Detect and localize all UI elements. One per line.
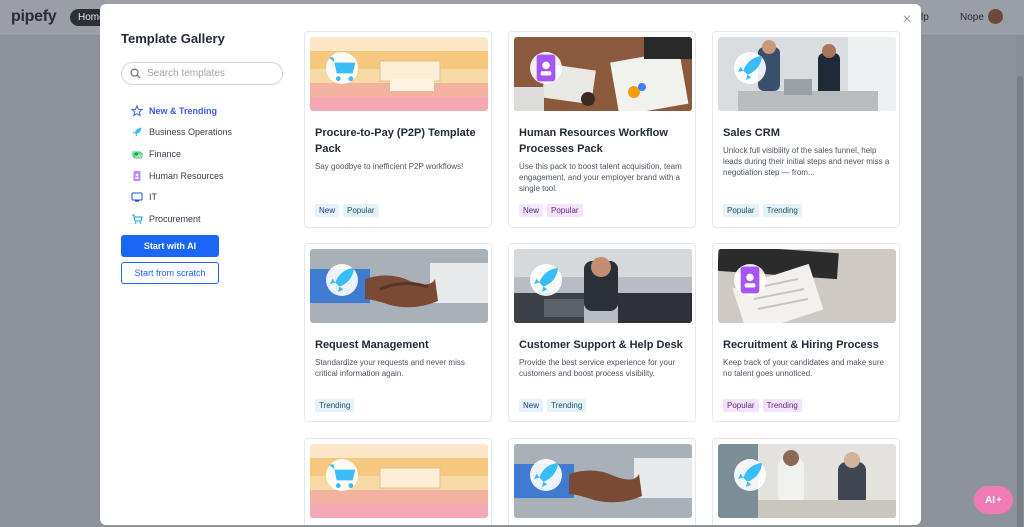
tag-new: New xyxy=(315,204,340,217)
card-tags: New Trending xyxy=(519,399,587,412)
ai-assistant-button[interactable]: AI ✦ xyxy=(974,486,1013,514)
badge-icon xyxy=(734,264,766,296)
card-tags: New Popular xyxy=(519,204,583,217)
gallery-title: Template Gallery xyxy=(121,31,225,46)
search-input[interactable] xyxy=(147,68,277,79)
category-human-resources[interactable]: Human Resources xyxy=(131,165,232,187)
template-card[interactable]: Procure-to-Pay (P2P) Template Pack Say g… xyxy=(304,31,492,228)
card-image-coworkers xyxy=(718,444,896,518)
card-title: Procure-to-Pay (P2P) Template Pack xyxy=(315,127,476,155)
template-gallery-modal: × Template Gallery New & Trending Busine… xyxy=(100,4,921,525)
template-card[interactable] xyxy=(508,438,696,525)
page-scrollbar[interactable] xyxy=(1016,36,1024,527)
category-label: Finance xyxy=(149,148,182,159)
tag-new: New xyxy=(519,204,544,217)
card-description: Say goodbye to inefficient P2P workflows… xyxy=(315,162,464,171)
card-tags: Popular Trending xyxy=(723,399,802,412)
category-procurement[interactable]: Procurement xyxy=(131,208,232,230)
card-description: Use this pack to boost talent acquisitio… xyxy=(519,162,682,193)
card-description: Provide the best service experience for … xyxy=(519,358,676,378)
rocket-icon xyxy=(734,52,766,84)
badge-icon xyxy=(131,170,143,182)
category-label: Human Resources xyxy=(149,170,224,181)
card-image-folders xyxy=(310,37,488,111)
search-field[interactable] xyxy=(121,62,283,85)
category-label: New & Trending xyxy=(149,105,218,116)
card-description: Standardize your requests and never miss… xyxy=(315,358,465,378)
category-label: Procurement xyxy=(149,213,201,224)
template-card[interactable]: Human Resources Workflow Processes Pack … xyxy=(508,31,696,228)
rocket-icon xyxy=(530,459,562,491)
category-it[interactable]: IT xyxy=(131,186,232,208)
card-tags: New Popular xyxy=(315,204,379,217)
gallery-sidebar: Template Gallery New & Trending Business… xyxy=(100,4,300,525)
rocket-icon xyxy=(131,126,143,138)
tag-new: New xyxy=(519,399,544,412)
category-new-trending[interactable]: New & Trending xyxy=(131,100,232,122)
template-card[interactable]: Recruitment & Hiring Process Keep track … xyxy=(712,243,900,422)
category-business-operations[interactable]: Business Operations xyxy=(131,122,232,144)
pipefy-logo[interactable]: pipefy xyxy=(11,8,57,26)
template-card[interactable]: Customer Support & Help Desk Provide the… xyxy=(508,243,696,422)
template-card[interactable] xyxy=(304,438,492,525)
card-image-support-agent xyxy=(514,249,692,323)
card-title: Request Management xyxy=(315,339,429,351)
card-image-handshake xyxy=(514,444,692,518)
card-tags: Trending xyxy=(315,399,355,412)
cart-icon xyxy=(326,52,358,84)
tag-trending: Trending xyxy=(547,399,587,412)
tag-popular: Popular xyxy=(723,204,759,217)
start-from-scratch-button[interactable]: Start from scratch xyxy=(121,262,219,284)
tag-popular: Popular xyxy=(723,399,759,412)
template-card[interactable]: Request Management Standardize your requ… xyxy=(304,243,492,422)
rocket-icon xyxy=(734,459,766,491)
badge-icon xyxy=(530,52,562,84)
help-link[interactable]: lp xyxy=(921,12,929,23)
card-title: Recruitment & Hiring Process xyxy=(723,339,879,351)
user-name[interactable]: Nope xyxy=(960,12,984,23)
card-description: Unlock full visibility of the sales funn… xyxy=(723,146,890,177)
tag-popular: Popular xyxy=(547,204,583,217)
start-with-ai-button[interactable]: Start with AI xyxy=(121,235,219,257)
rocket-icon xyxy=(326,264,358,296)
monitor-icon xyxy=(131,191,143,203)
tag-trending: Trending xyxy=(315,399,355,412)
card-title: Sales CRM xyxy=(723,127,780,139)
category-list: New & Trending Business Operations Finan… xyxy=(131,100,232,230)
star-icon xyxy=(131,104,143,117)
category-label: Business Operations xyxy=(149,127,233,138)
template-card[interactable] xyxy=(712,438,900,525)
cart-icon xyxy=(131,213,143,225)
tag-trending: Trending xyxy=(762,204,802,217)
template-card[interactable]: Sales CRM Unlock full visibility of the … xyxy=(712,31,900,228)
card-title: Customer Support & Help Desk xyxy=(519,339,683,351)
sparkle-icon: ✦ xyxy=(996,497,1002,504)
tag-popular: Popular xyxy=(343,204,379,217)
card-image-desk xyxy=(514,37,692,111)
ai-label: AI xyxy=(985,494,996,506)
scrollbar-thumb[interactable] xyxy=(1017,76,1023,527)
category-finance[interactable]: Finance xyxy=(131,143,232,165)
card-image-laptop-resume xyxy=(718,249,896,323)
rocket-icon xyxy=(530,264,562,296)
search-icon xyxy=(130,68,141,79)
card-image-handshake xyxy=(310,249,488,323)
avatar[interactable] xyxy=(988,9,1003,24)
close-icon[interactable]: × xyxy=(900,12,914,28)
card-image-office xyxy=(718,37,896,111)
card-description: Keep track of your candidates and make s… xyxy=(723,358,884,378)
card-tags: Popular Trending xyxy=(723,204,802,217)
cart-icon xyxy=(326,459,358,491)
tag-trending: Trending xyxy=(762,399,802,412)
card-title: Human Resources Workflow Processes Pack xyxy=(519,127,668,155)
card-image-folders xyxy=(310,444,488,518)
category-label: IT xyxy=(149,192,157,203)
money-icon xyxy=(131,148,143,160)
